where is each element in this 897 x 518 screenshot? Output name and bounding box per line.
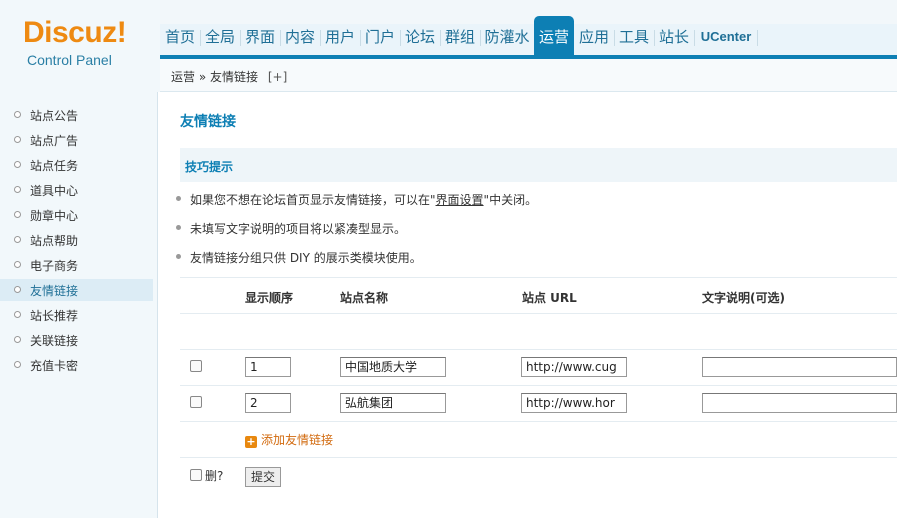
add-friendlink-label: 添加友情链接 xyxy=(261,433,334,447)
bullet-icon xyxy=(14,161,21,168)
bullet-icon xyxy=(14,361,21,368)
sidebar-item-label: 站点公告 xyxy=(30,109,79,123)
sidebar-item-ads[interactable]: 站点广告 xyxy=(0,129,153,151)
tips-header: 技巧提示 xyxy=(180,148,897,182)
sidebar: 站点公告 站点广告 站点任务 道具中心 勋章中心 站点帮助 电子商务 友情链接 … xyxy=(0,92,158,518)
sidebar-item-relatedlinks[interactable]: 关联链接 xyxy=(0,329,153,351)
nav-tab-safe[interactable]: 防灌水 xyxy=(482,16,532,56)
row-select-checkbox[interactable] xyxy=(190,360,202,372)
sidebar-item-cardcode[interactable]: 充值卡密 xyxy=(0,354,153,376)
bullet-icon xyxy=(14,261,21,268)
bullet-icon xyxy=(14,136,21,143)
divider xyxy=(180,385,897,386)
description-input[interactable] xyxy=(702,357,897,377)
order-input[interactable]: 2 xyxy=(245,393,291,413)
style-settings-link[interactable]: 界面设置 xyxy=(436,193,484,207)
nav-tab-portal[interactable]: 门户 xyxy=(362,16,398,56)
tip-item: 如果您不想在论坛首页显示友情链接，可以在"界面设置"中关闭。 xyxy=(176,191,537,208)
nav-tab-home[interactable]: 首页 xyxy=(162,16,198,56)
nav-tab-operation[interactable]: 运营 xyxy=(534,16,574,56)
nav-tab-content[interactable]: 内容 xyxy=(282,16,318,56)
bullet-icon xyxy=(14,111,21,118)
divider xyxy=(180,277,897,278)
breadcrumb-section: 运营 xyxy=(171,70,196,84)
bullet-icon xyxy=(14,286,21,293)
bullet-icon xyxy=(176,254,181,259)
sidebar-item-ec[interactable]: 电子商务 xyxy=(0,254,153,276)
main-content: 友情链接 技巧提示 如果您不想在论坛首页显示友情链接，可以在"界面设置"中关闭。… xyxy=(160,92,897,518)
breadcrumb: 运营 » 友情链接 [+] xyxy=(160,59,897,92)
sidebar-item-label: 友情链接 xyxy=(30,284,79,298)
nav-tab-group[interactable]: 群组 xyxy=(442,16,478,56)
delete-label: 删? xyxy=(205,469,224,483)
sidebar-item-help[interactable]: 站点帮助 xyxy=(0,229,153,251)
divider xyxy=(180,349,897,350)
column-header-order: 显示顺序 xyxy=(245,291,294,305)
column-header-url: 站点 URL xyxy=(522,291,577,305)
column-header-name: 站点名称 xyxy=(340,291,389,305)
nav-tab-global[interactable]: 全局 xyxy=(202,16,238,56)
sidebar-item-label: 充值卡密 xyxy=(30,359,79,373)
sidebar-item-label: 站长推荐 xyxy=(30,309,79,323)
sidebar-item-label: 站点广告 xyxy=(30,134,79,148)
nav-tab-plugin[interactable]: 应用 xyxy=(576,16,612,56)
bullet-icon xyxy=(14,211,21,218)
tips-title: 技巧提示 xyxy=(185,160,234,174)
tip-item: 友情链接分组只供 DIY 的展示类模块使用。 xyxy=(176,249,422,266)
add-friendlink-button[interactable]: + 添加友情链接 xyxy=(245,431,333,448)
submit-button[interactable]: 提交 xyxy=(245,467,281,487)
bullet-icon xyxy=(176,225,181,230)
nav-tab-founder[interactable]: 站长 xyxy=(656,16,692,56)
sidebar-item-label: 电子商务 xyxy=(30,259,79,273)
sidebar-item-recommend[interactable]: 站长推荐 xyxy=(0,304,153,326)
site-name-input[interactable]: 弘航集团 xyxy=(340,393,446,413)
nav-tab-user[interactable]: 用户 xyxy=(322,16,358,56)
bullet-icon xyxy=(14,336,21,343)
bullet-icon xyxy=(14,236,21,243)
bullet-icon xyxy=(14,311,21,318)
sidebar-item-announce[interactable]: 站点公告 xyxy=(0,104,153,126)
site-url-input[interactable]: http://www.cug xyxy=(521,357,627,377)
sidebar-item-label: 道具中心 xyxy=(30,184,79,198)
divider xyxy=(180,313,897,314)
nav-tab-tools[interactable]: 工具 xyxy=(616,16,652,56)
divider xyxy=(180,457,897,458)
delete-all-checkbox[interactable] xyxy=(190,469,202,481)
sidebar-item-label: 站点帮助 xyxy=(30,234,79,248)
plus-icon: + xyxy=(245,435,257,448)
sidebar-item-friendlinks[interactable]: 友情链接 xyxy=(0,279,153,301)
row-select-checkbox[interactable] xyxy=(190,396,202,408)
sidebar-item-label: 关联链接 xyxy=(30,334,79,348)
sidebar-item-tasks[interactable]: 站点任务 xyxy=(0,154,153,176)
sidebar-item-medals[interactable]: 勋章中心 xyxy=(0,204,153,226)
add-shortcut-button[interactable]: [+] xyxy=(268,70,287,84)
bullet-icon xyxy=(176,196,181,201)
logo-subtitle: Control Panel xyxy=(27,52,112,68)
site-name-input[interactable]: 中国地质大学 xyxy=(340,357,446,377)
column-header-desc: 文字说明(可选) xyxy=(702,291,785,305)
site-url-input[interactable]: http://www.hor xyxy=(521,393,627,413)
bullet-icon xyxy=(14,186,21,193)
order-input[interactable]: 1 xyxy=(245,357,291,377)
nav-tab-style[interactable]: 界面 xyxy=(242,16,278,56)
page-title: 友情链接 xyxy=(180,114,236,130)
description-input[interactable] xyxy=(702,393,897,413)
top-nav: 首页 全局 界面 内容 用户 门户 论坛 群组 防灌水 运营 应用 工具 站长 … xyxy=(160,16,897,56)
breadcrumb-separator: » xyxy=(198,70,207,84)
sidebar-item-magic[interactable]: 道具中心 xyxy=(0,179,153,201)
logo[interactable]: Discuz! Control Panel xyxy=(0,0,160,92)
sidebar-item-label: 勋章中心 xyxy=(30,209,79,223)
nav-tab-forum[interactable]: 论坛 xyxy=(402,16,438,56)
tip-item: 未填写文字说明的项目将以紧凑型显示。 xyxy=(176,220,406,237)
nav-tab-ucenter[interactable]: UCenter xyxy=(696,16,756,56)
breadcrumb-current: 友情链接 xyxy=(210,70,259,84)
logo-brand: Discuz! xyxy=(23,16,127,49)
sidebar-item-label: 站点任务 xyxy=(30,159,79,173)
divider xyxy=(180,421,897,422)
